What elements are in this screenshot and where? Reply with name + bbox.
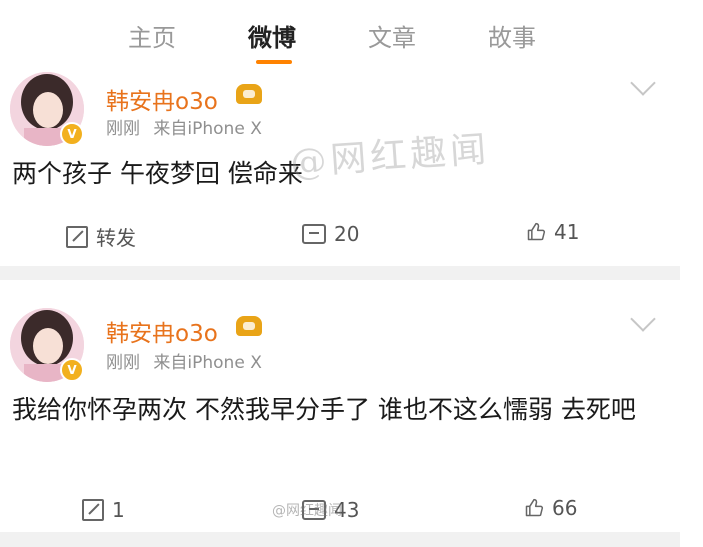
feed-divider bbox=[0, 266, 680, 280]
tab-stories[interactable]: 故事 bbox=[488, 18, 536, 53]
feed-divider bbox=[0, 532, 680, 547]
like-button[interactable]: 41 bbox=[526, 220, 579, 244]
share-label: 转发 bbox=[96, 226, 136, 250]
post-meta: 刚刚 来自iPhone X bbox=[106, 114, 262, 139]
chevron-down-icon[interactable] bbox=[630, 306, 656, 332]
share-button[interactable]: 转发 bbox=[66, 222, 136, 251]
comment-button[interactable]: 20 bbox=[302, 222, 359, 246]
watermark-text: @网红趣闻 bbox=[272, 503, 342, 519]
chevron-down-icon[interactable] bbox=[630, 70, 656, 96]
share-button[interactable]: 1 bbox=[82, 498, 125, 522]
like-count: 66 bbox=[552, 496, 578, 520]
like-icon bbox=[525, 498, 544, 517]
like-icon bbox=[527, 222, 546, 241]
post-time: 刚刚 bbox=[106, 353, 140, 373]
post-source: 来自iPhone X bbox=[153, 119, 262, 139]
active-tab-indicator bbox=[256, 60, 292, 64]
post-meta: 刚刚 来自iPhone X bbox=[106, 348, 262, 373]
verified-badge-icon: V bbox=[60, 358, 84, 382]
post-source: 来自iPhone X bbox=[153, 353, 262, 373]
like-count: 41 bbox=[554, 220, 580, 244]
comment-count: 20 bbox=[334, 222, 360, 246]
post-time: 刚刚 bbox=[106, 119, 140, 139]
username[interactable]: 韩安冉o3o bbox=[106, 314, 218, 348]
profile-tab-bar: 主页 微博 文章 故事 bbox=[0, 0, 680, 70]
comment-icon bbox=[302, 224, 326, 244]
post-text: 我给你怀孕两次 不然我早分手了 谁也不这么懦弱 去死吧 bbox=[12, 395, 636, 424]
share-count: 1 bbox=[112, 498, 125, 522]
tab-weibo[interactable]: 微博 bbox=[248, 18, 296, 53]
tab-home[interactable]: 主页 bbox=[128, 18, 176, 53]
share-icon bbox=[66, 225, 88, 248]
verified-badge-icon: V bbox=[60, 122, 84, 146]
like-button[interactable]: 66 bbox=[524, 496, 577, 520]
vip-crown-icon bbox=[236, 84, 262, 104]
username[interactable]: 韩安冉o3o bbox=[106, 82, 218, 116]
tab-articles[interactable]: 文章 bbox=[368, 18, 416, 53]
vip-crown-icon bbox=[236, 316, 262, 336]
share-icon bbox=[82, 499, 104, 521]
post-card[interactable]: V 韩安冉o3o 刚刚 来自iPhone X 我给你怀孕两次 不然我早分手了 谁… bbox=[0, 280, 680, 532]
